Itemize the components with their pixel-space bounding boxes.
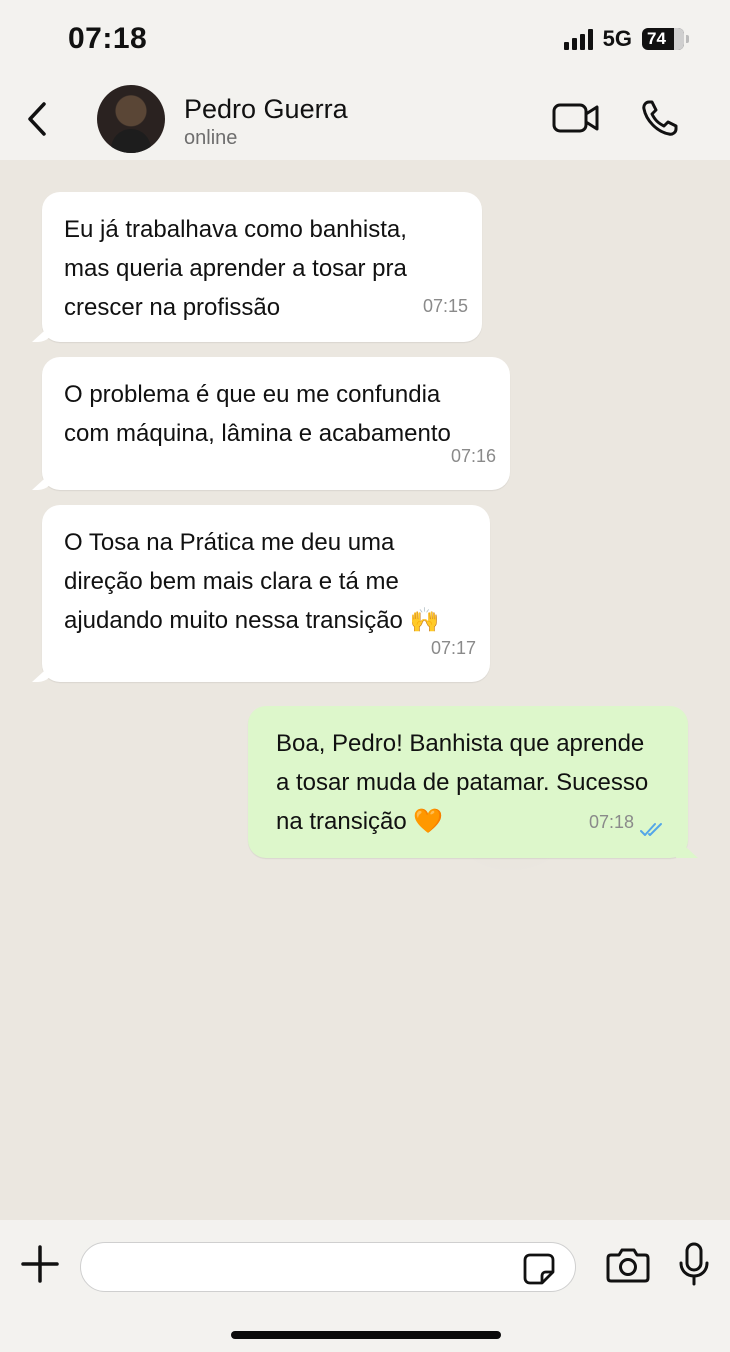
message-bubble-incoming[interactable]: O Tosa na Prática me deu uma direção bem… xyxy=(42,505,490,682)
message-time: 07:17 xyxy=(430,638,476,658)
message-text: O problema é que eu me confundia com máq… xyxy=(64,381,451,447)
home-indicator[interactable] xyxy=(231,1331,501,1339)
phone-call-icon[interactable] xyxy=(640,98,680,138)
message-input[interactable] xyxy=(80,1242,576,1292)
message-bubble-outgoing[interactable]: Boa, Pedro! Banhista que aprende a tosar… xyxy=(248,706,688,858)
sticker-icon[interactable] xyxy=(522,1252,556,1286)
message-time: 07:16 xyxy=(450,446,496,466)
message-time: 07:18 xyxy=(588,812,634,832)
message-bubble-incoming[interactable]: Eu já trabalhava como banhista, mas quer… xyxy=(42,192,482,342)
read-receipt-icon xyxy=(640,823,662,836)
network-type: 5G xyxy=(602,26,632,51)
video-call-icon[interactable] xyxy=(552,100,600,136)
signal-icon xyxy=(563,28,593,50)
message-time: 07:15 xyxy=(422,296,468,316)
message-text: O Tosa na Prática me deu uma direção bem… xyxy=(64,529,440,634)
avatar[interactable] xyxy=(97,85,165,153)
contact-status: online xyxy=(184,127,238,149)
status-indicators: 5G 74 xyxy=(563,26,689,52)
message-text: Eu já trabalhava como banhista, mas quer… xyxy=(64,216,407,321)
contact-name[interactable]: Pedro Guerra xyxy=(184,94,348,125)
plus-icon[interactable] xyxy=(20,1244,60,1284)
status-time: 07:18 xyxy=(68,22,148,55)
camera-icon[interactable] xyxy=(606,1246,650,1284)
message-bubble-incoming[interactable]: O problema é que eu me confundia com máq… xyxy=(42,357,510,490)
back-chevron-icon[interactable] xyxy=(20,98,60,142)
battery-icon: 74 xyxy=(642,28,689,50)
battery-level: 74 xyxy=(647,29,666,48)
microphone-icon[interactable] xyxy=(678,1242,710,1286)
